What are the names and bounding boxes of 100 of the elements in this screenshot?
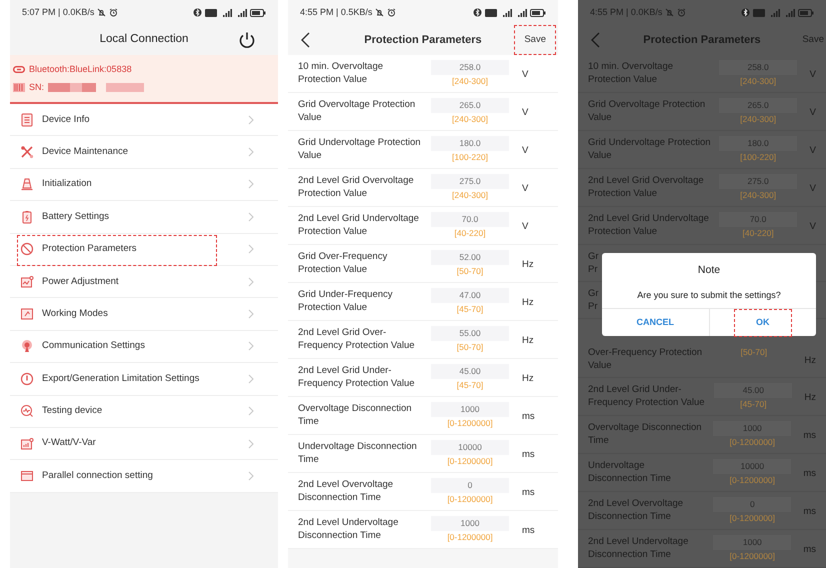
unit-label: V [810,68,816,82]
value-field[interactable]: 275.0 [431,174,509,189]
bluetooth-icon [741,8,750,17]
unit-label: ms [522,486,535,500]
unit-label: Hz [804,354,816,368]
status-text: 5:07 PM | 0.0KB/s [22,6,94,19]
value-field[interactable]: 52.00 [431,250,509,265]
menu-item[interactable]: Parallel connection setting [10,460,278,493]
bluetooth-name: Bluetooth:BlueLink:05838 [29,62,132,76]
alarm-clock-icon [677,8,686,17]
unit-label: V [522,106,528,120]
signal-icon [500,8,512,16]
status-text: 4:55 PM | 0.0KB/s [590,6,662,19]
value-field[interactable]: 1000 [431,402,509,417]
bell-off-icon [665,8,674,17]
link-icon [13,66,25,73]
battery-icon [20,210,34,224]
chevron-right-icon [248,244,254,254]
field-label: 10 min. Overvoltage Protection Value [298,60,384,86]
range-hint: [0-1200000] [730,474,776,486]
signal-icon [515,8,527,16]
range-hint: [40-220] [742,227,774,239]
range-hint: [0-1200000] [447,417,493,429]
dialog-message: Are you sure to submit the settings? [636,288,782,302]
list-icon [20,112,34,127]
field-label: 2nd Level Grid Undervoltage Protection Value [588,212,710,238]
signal-icon [768,8,780,16]
menu-item[interactable]: Export/Generation Limitation Settings [10,363,278,396]
menu-item[interactable]: V-Watt/V-Var [10,428,278,460]
menu-item[interactable]: Battery Settings [10,201,278,234]
alarm-clock-icon [387,8,396,17]
unit-label: Hz [522,296,534,310]
screen-title: Protection Parameters [643,32,761,48]
value-field[interactable]: 10000 [431,440,509,455]
range-hint: [240-300] [740,189,776,201]
field-label: Overvoltage Disconnection Time [588,421,703,447]
unit-label: V [810,220,816,234]
prohibition-icon [20,242,34,256]
chevron-right-icon [248,147,254,158]
range-hint: [0-1200000] [447,493,493,505]
range-hint: [100-220] [452,151,488,163]
chevron-right-icon [248,179,254,190]
menu-item[interactable]: Device Info [10,104,278,136]
unit-label: ms [803,543,816,557]
unit-label: V [522,182,528,196]
bell-off-icon [97,8,106,17]
value-field[interactable]: 258.0 [431,60,509,75]
unit-label: V [810,182,816,196]
range-hint: [40-220] [454,227,486,239]
unit-label: V [810,106,816,120]
dialog-button[interactable]: OK [734,308,792,337]
range-hint: [50-70] [740,346,768,358]
value-field[interactable]: 55.00 [431,326,509,341]
chevron-right-icon [248,309,254,320]
window-icon [20,468,34,483]
value-field[interactable]: 47.00 [431,288,509,303]
value-field[interactable]: 45.00 [431,364,509,379]
battery-icon [530,8,546,16]
range-hint: [240-300] [452,75,488,87]
pulse-icon [20,404,34,418]
menu-item[interactable]: Power Adjustment [10,266,278,298]
unit-label: ms [522,524,535,538]
value-field[interactable]: 265.0 [431,98,509,113]
unit-label: Hz [804,391,816,405]
menu-item[interactable]: Communication Settings [10,330,278,364]
menu-item[interactable]: Protection Parameters [10,234,278,266]
field-label: Gr Pr [588,250,599,276]
value-field[interactable]: 1000 [431,516,509,531]
field-label: 2nd Level Grid Over-Frequency Protection Value [298,326,416,352]
field-label: 2nd Level Undervoltage Disconnection Time [588,535,690,561]
window-icon [20,307,34,322]
gauge-icon [20,372,34,386]
unit-label: ms [522,448,535,462]
dialog-button[interactable]: CANCEL [628,308,682,337]
range-hint: [240-300] [740,75,776,87]
battery-icon [798,8,814,16]
unit-label: V [810,144,816,158]
chevron-right-icon [248,276,254,287]
menu-item[interactable]: Working Modes [10,298,278,331]
bluetooth-icon [473,8,482,17]
screen-title: Protection Parameters [364,32,482,48]
value-field[interactable]: 180.0 [431,136,509,151]
serial-label: SN: [29,81,44,94]
unit-label: V [522,68,528,82]
bell-off-icon [375,8,384,17]
field-label: Grid Undervoltage Protection Value [298,136,422,162]
power-icon[interactable] [238,31,256,49]
save-button[interactable]: Save [802,25,826,55]
menu-item[interactable]: Initialization [10,168,278,202]
antenna-icon [20,339,34,354]
field-label: Undervoltage Disconnection Time [298,440,418,466]
chevron-right-icon [248,374,254,384]
unit-label: ms [803,467,816,481]
field-label: Undervoltage Disconnection Time [588,459,672,485]
value-field[interactable]: 0 [431,478,509,493]
bluetooth-icon [193,8,202,17]
value-field[interactable]: 70.0 [431,212,509,227]
menu-item[interactable]: Testing device [10,396,278,428]
cone-icon [20,177,34,192]
menu-item[interactable]: Device Maintenance [10,136,278,169]
